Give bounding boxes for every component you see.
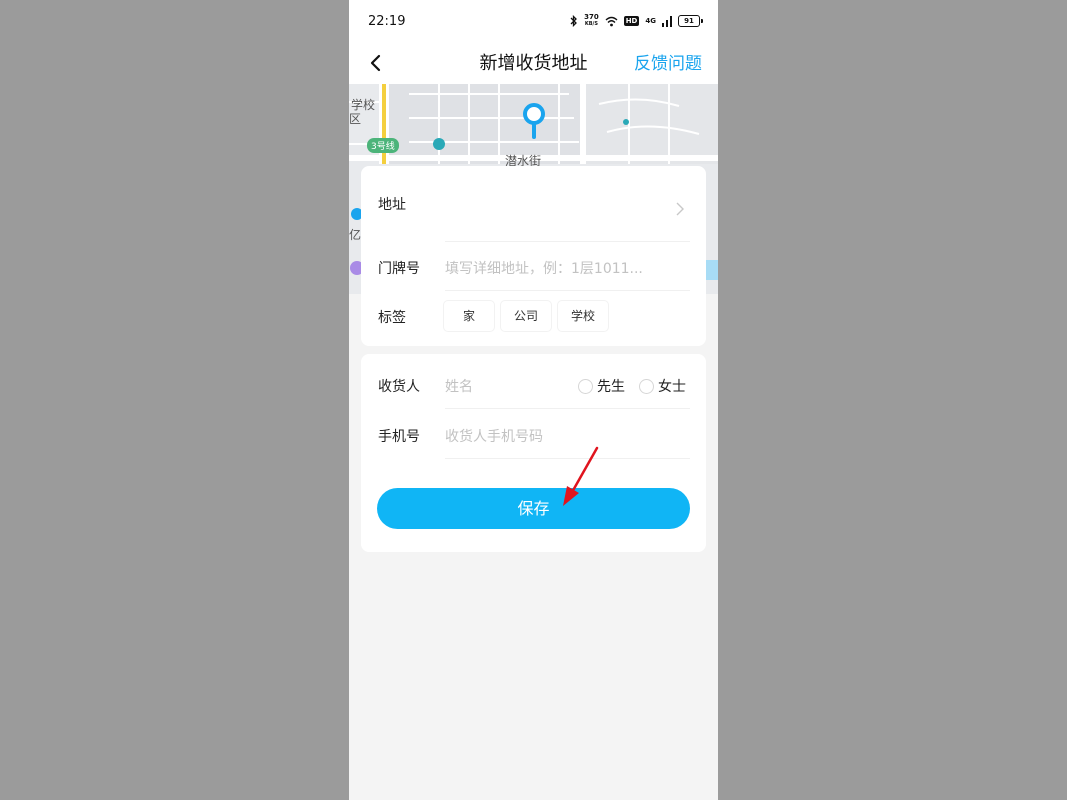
metro-line-badge: 3号线 — [367, 138, 399, 153]
divider — [445, 408, 690, 409]
battery-icon: 91 — [678, 15, 703, 27]
gender-option-mr[interactable]: 先生 — [578, 376, 625, 396]
divider — [445, 241, 690, 242]
receiver-card: 收货人 姓名 先生 女士 手机号 收货人手机号码 保存 — [361, 354, 706, 552]
map-label-district: 区 — [349, 112, 362, 126]
net-speed: 370 KB/S — [584, 13, 599, 28]
house-number-label: 门牌号 — [378, 261, 420, 277]
network-type: 4G — [645, 17, 656, 25]
divider — [445, 458, 690, 459]
location-pin-icon — [523, 103, 545, 139]
back-button[interactable] — [363, 48, 391, 78]
bluetooth-icon — [570, 15, 577, 27]
signal-icon — [662, 15, 672, 27]
save-button[interactable]: 保存 — [377, 488, 690, 529]
status-time: 22:19 — [368, 14, 406, 29]
tag-company[interactable]: 公司 — [501, 301, 551, 331]
gender-option-ms[interactable]: 女士 — [639, 376, 686, 396]
house-number-input[interactable]: 填写详细地址，例：1层1011... — [445, 258, 643, 278]
address-label: 地址 — [378, 197, 406, 213]
phone-screen: 22:19 370 KB/S HD 4G 91 新增收货地址 反馈问题 学校 区… — [349, 0, 718, 800]
nav-bar: 新增收货地址 反馈问题 — [349, 42, 718, 84]
chevron-right-icon[interactable] — [676, 202, 684, 216]
gender-option-mr-label: 先生 — [597, 379, 625, 395]
status-bar: 22:19 370 KB/S HD 4G 91 — [349, 0, 718, 42]
wifi-icon — [605, 16, 618, 26]
radio-icon — [639, 378, 654, 394]
phone-label: 手机号 — [378, 429, 420, 445]
hd-badge: HD — [623, 16, 640, 26]
tag-label: 标签 — [378, 310, 406, 326]
gender-option-ms-label: 女士 — [658, 379, 686, 395]
map-label-yi: 亿 — [349, 228, 362, 242]
tag-home[interactable]: 家 — [444, 301, 494, 331]
radio-icon — [578, 378, 593, 394]
back-arrow-icon — [370, 54, 381, 72]
phone-input[interactable]: 收货人手机号码 — [445, 426, 543, 446]
address-card: 地址 门牌号 填写详细地址，例：1层1011... 标签 家 公司 学校 — [361, 166, 706, 346]
tag-school[interactable]: 学校 — [558, 301, 608, 331]
feedback-link[interactable]: 反馈问题 — [634, 49, 702, 74]
address-selector[interactable] — [445, 182, 690, 232]
receiver-name-input[interactable]: 姓名 — [445, 376, 473, 396]
receiver-name-label: 收货人 — [378, 379, 420, 395]
divider — [445, 290, 690, 291]
status-icons: 370 KB/S HD 4G 91 — [570, 12, 703, 30]
